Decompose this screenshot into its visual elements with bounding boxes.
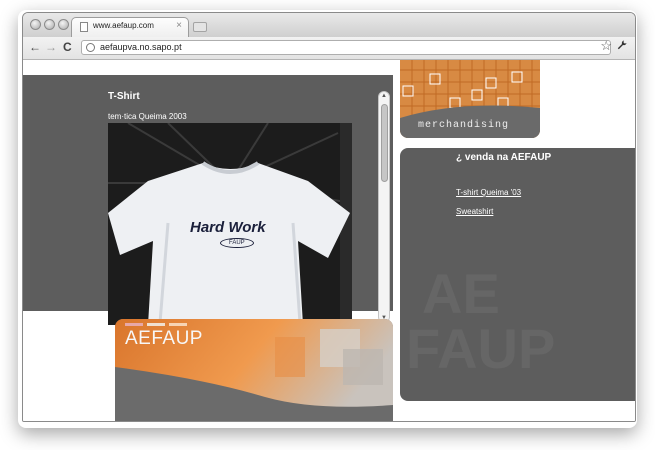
new-tab-button[interactable] bbox=[193, 22, 207, 32]
aefaup-banner: AEFAUP bbox=[115, 319, 393, 421]
wrench-icon[interactable] bbox=[617, 40, 627, 53]
reload-button[interactable]: C bbox=[63, 40, 72, 54]
sale-panel: AE FAUP ¿ venda na AEFAUP T-shirt Queima… bbox=[400, 148, 635, 401]
watermark-line-2: FAUP bbox=[406, 317, 556, 380]
watermark-line-1: AE bbox=[422, 262, 500, 325]
url-text[interactable]: aefaupva.no.sapo.pt bbox=[100, 42, 182, 52]
minimize-window-button[interactable] bbox=[44, 19, 55, 30]
merchandising-label: merchandising bbox=[418, 120, 510, 131]
link-tshirt-queima[interactable]: T-shirt Queima '03 bbox=[456, 188, 521, 197]
product-subtitle: tem·tica Queima 2003 bbox=[108, 112, 187, 121]
merchandising-banner[interactable]: merchandising bbox=[400, 60, 540, 138]
tab-bar: www.aefaup.com × bbox=[23, 13, 635, 37]
scrollbar[interactable]: ▲ ▼ bbox=[378, 91, 390, 323]
forward-button[interactable]: → bbox=[45, 40, 57, 54]
product-title: T-Shirt bbox=[108, 91, 140, 102]
shirt-print-top: Hard Work bbox=[190, 219, 266, 236]
tab-title: www.aefaup.com bbox=[93, 21, 154, 30]
tab-aefaup[interactable]: www.aefaup.com × bbox=[71, 17, 189, 37]
toolbar: ← → C aefaupva.no.sapo.pt ☆ bbox=[23, 37, 635, 60]
page-icon bbox=[80, 22, 88, 32]
product-panel: T-Shirt tem·tica Queima 2003 Hard Work F… bbox=[23, 75, 393, 325]
browser-window: www.aefaup.com × ← → C aefaupva.no.sapo.… bbox=[22, 12, 636, 422]
scroll-up-icon[interactable]: ▲ bbox=[381, 93, 387, 99]
page-content: T-Shirt tem·tica Queima 2003 Hard Work F… bbox=[23, 60, 635, 421]
scrollbar-thumb[interactable] bbox=[381, 104, 388, 182]
back-button[interactable]: ← bbox=[29, 40, 41, 54]
bookmark-star-icon[interactable]: ☆ bbox=[600, 38, 612, 54]
banner-label: AEFAUP bbox=[125, 328, 203, 349]
close-window-button[interactable] bbox=[30, 19, 41, 30]
shirt-print-bottom: FAUP bbox=[220, 238, 254, 248]
address-bar[interactable]: aefaupva.no.sapo.pt ☆ bbox=[81, 38, 612, 55]
tshirt-photo: Hard Work FAUP bbox=[108, 123, 352, 325]
tab-close-icon[interactable]: × bbox=[176, 20, 182, 31]
zoom-window-button[interactable] bbox=[58, 19, 69, 30]
globe-icon bbox=[86, 43, 95, 52]
link-sweatshirt[interactable]: Sweatshirt bbox=[456, 207, 493, 216]
sale-panel-title: ¿ venda na AEFAUP bbox=[456, 152, 552, 163]
